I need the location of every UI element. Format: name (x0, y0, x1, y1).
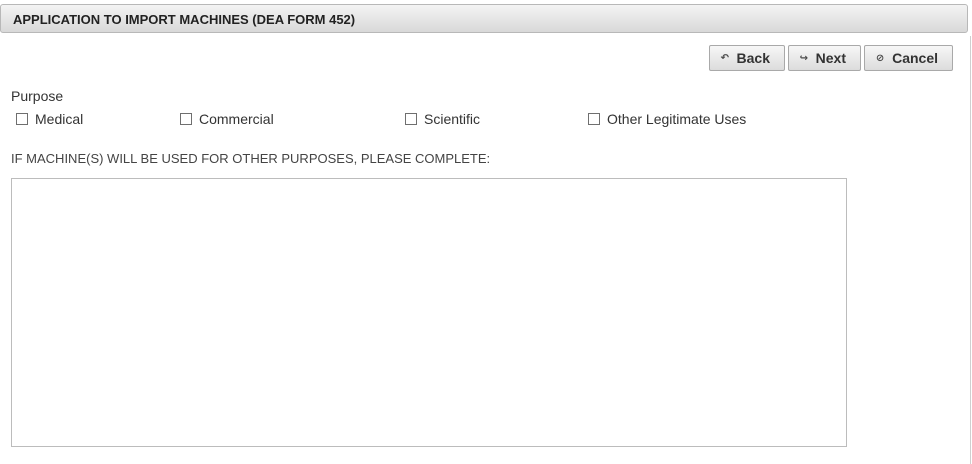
purpose-option-medical[interactable]: Medical (16, 111, 83, 127)
form-title-bar: APPLICATION TO IMPORT MACHINES (DEA FORM… (0, 4, 968, 33)
next-button-label: Next (815, 50, 846, 66)
purpose-option-commercial[interactable]: Commercial (180, 111, 274, 127)
cancel-circle-icon: ⊘ (875, 52, 885, 64)
back-button[interactable]: ↶ Back (709, 45, 785, 71)
commercial-checkbox[interactable] (180, 113, 192, 125)
medical-checkbox[interactable] (16, 113, 28, 125)
cancel-button-label: Cancel (892, 50, 938, 66)
scientific-checkbox[interactable] (405, 113, 417, 125)
back-button-label: Back (736, 50, 770, 66)
next-button[interactable]: ↪ Next (788, 45, 861, 71)
purpose-checkbox-group: Medical Commercial Scientific Other Legi… (0, 111, 972, 127)
back-arrow-icon: ↶ (720, 52, 729, 64)
right-divider (970, 36, 971, 464)
other-legitimate-uses-label: Other Legitimate Uses (607, 111, 747, 127)
cancel-button[interactable]: ⊘ Cancel (864, 45, 953, 71)
purpose-option-scientific[interactable]: Scientific (405, 111, 480, 127)
commercial-label: Commercial (199, 111, 274, 127)
purpose-option-other-legitimate-uses[interactable]: Other Legitimate Uses (588, 111, 746, 127)
form-page: APPLICATION TO IMPORT MACHINES (DEA FORM… (0, 0, 972, 464)
other-legitimate-uses-checkbox[interactable] (588, 113, 600, 125)
page-title: APPLICATION TO IMPORT MACHINES (DEA FORM… (13, 12, 356, 27)
other-purposes-textarea[interactable] (11, 178, 847, 447)
navigation-toolbar: ↶ Back ↪ Next ⊘ Cancel (709, 45, 953, 71)
purpose-label: Purpose (11, 88, 64, 104)
other-purposes-label: IF MACHINE(S) WILL BE USED FOR OTHER PUR… (11, 151, 491, 166)
scientific-label: Scientific (424, 111, 481, 127)
forward-arrow-icon: ↪ (799, 52, 809, 64)
medical-label: Medical (35, 111, 84, 127)
